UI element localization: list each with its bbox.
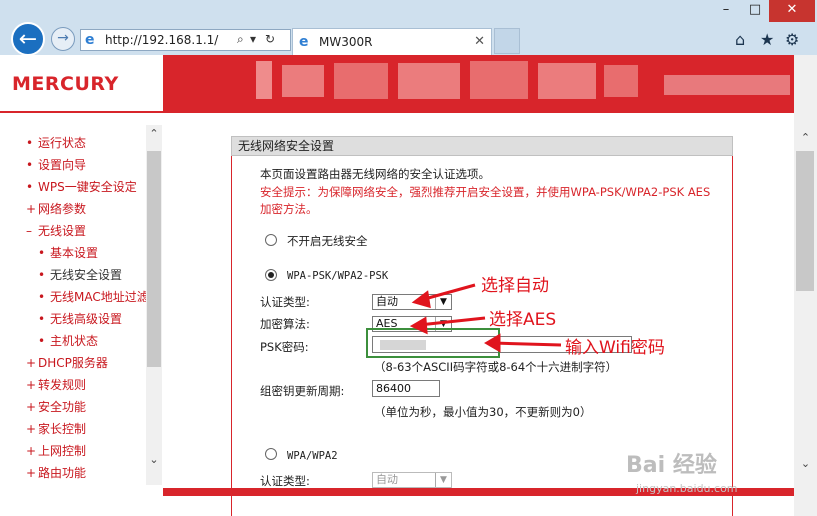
back-arrow-icon: ←: [18, 27, 38, 52]
sidebar-item-wizard[interactable]: • 设置向导: [26, 155, 86, 175]
sidebar-item-wireless-security[interactable]: • 无线安全设置: [38, 265, 122, 285]
back-button[interactable]: ←: [11, 22, 45, 56]
sidebar-menu: • 运行状态 • 设置向导 • WPS一键安全设定 + 网络参数 – 无线设置 • 基本设置…: [0, 113, 163, 516]
forward-button[interactable]: →: [51, 27, 75, 51]
sidebar-item-routing[interactable]: + 路由功能: [26, 463, 86, 483]
obscured-header-text: [470, 61, 528, 99]
obscured-header-text: [664, 75, 790, 95]
sidebar-scroll-thumb[interactable]: [147, 151, 161, 367]
page-scroll-down-icon[interactable]: ⌄: [794, 457, 817, 470]
address-dropdown-icon[interactable]: ▾: [250, 32, 256, 46]
sidebar-item-dhcp[interactable]: + DHCP服务器: [26, 353, 108, 373]
sidebar-item-wireless-advanced[interactable]: • 无线高级设置: [38, 309, 122, 329]
address-url[interactable]: http://192.168.1.1/: [105, 33, 218, 47]
baidu-watermark-url: jingyan.baidu.com: [636, 482, 738, 495]
sidebar-item-wireless-basic[interactable]: • 基本设置: [38, 243, 98, 263]
settings-gear-icon[interactable]: ⚙: [785, 30, 799, 49]
arrow-head-auth: [411, 290, 431, 309]
page-scrollbar[interactable]: ⌃ ⌄: [794, 55, 817, 516]
forward-arrow-icon: →: [57, 30, 69, 46]
obscured-header-text: [256, 61, 272, 99]
arrow-to-encryption: [418, 316, 486, 327]
arrow-to-password: [492, 341, 562, 347]
new-tab-button[interactable]: [494, 28, 520, 54]
browser-titlebar: – □ ✕ ← → e http://192.168.1.1/ ⌕ ▾ ↻ e …: [0, 0, 817, 56]
obscured-header-text: [334, 63, 388, 99]
baidu-watermark: Bai 经验: [626, 453, 717, 478]
sidebar-item-wireless[interactable]: – 无线设置: [26, 221, 86, 241]
arrow-head-encryption: [409, 316, 428, 335]
obscured-header-text: [538, 63, 596, 99]
sidebar-item-access-control[interactable]: + 上网控制: [26, 441, 86, 461]
sidebar-item-parental[interactable]: + 家长控制: [26, 419, 86, 439]
sidebar-item-status[interactable]: • 运行状态: [26, 133, 86, 153]
sidebar-scroll-down-icon[interactable]: ⌄: [146, 453, 162, 466]
address-bar[interactable]: e http://192.168.1.1/ ⌕ ▾ ↻: [80, 29, 291, 51]
refresh-icon[interactable]: ↻: [265, 32, 275, 46]
sidebar-item-wps[interactable]: • WPS一键安全设定: [26, 177, 137, 197]
maximize-button[interactable]: □: [741, 0, 769, 22]
ie-tab-icon: e: [299, 34, 309, 50]
page-scroll-up-icon[interactable]: ⌃: [794, 131, 817, 144]
arrow-head-password: [484, 333, 501, 353]
minimize-button[interactable]: –: [711, 0, 741, 22]
tab-mw300r[interactable]: e MW300R ✕: [292, 28, 492, 55]
obscured-header-text: [398, 63, 460, 99]
sidebar-item-security[interactable]: + 安全功能: [26, 397, 86, 417]
tab-close-icon[interactable]: ✕: [474, 34, 485, 49]
obscured-header-text: [604, 65, 638, 97]
search-icon[interactable]: ⌕: [237, 32, 244, 47]
sidebar-item-forwarding[interactable]: + 转发规则: [26, 375, 86, 395]
sidebar-item-mac-filter[interactable]: • 无线MAC地址过滤: [38, 287, 149, 307]
router-page: MERCURY • 运行状态 • 设置向导 • WPS一键安全设定 + 网络参数 – 无线…: [0, 55, 817, 516]
sidebar-item-host-status[interactable]: • 主机状态: [38, 331, 98, 351]
sidebar-item-network[interactable]: + 网络参数: [26, 199, 86, 219]
obscured-header-text: [282, 65, 324, 97]
ie-icon: e: [85, 32, 95, 48]
mercury-logo: MERCURY: [12, 73, 119, 95]
router-header: MERCURY: [0, 55, 817, 113]
sidebar-scroll-up-icon[interactable]: ⌃: [146, 127, 162, 140]
home-icon[interactable]: ⌂: [735, 30, 745, 49]
logo-area: MERCURY: [0, 55, 163, 113]
close-window-button[interactable]: ✕: [769, 0, 815, 22]
page-scroll-thumb[interactable]: [796, 151, 814, 291]
favorites-star-icon[interactable]: ★: [760, 30, 774, 49]
tab-title: MW300R: [319, 35, 373, 49]
